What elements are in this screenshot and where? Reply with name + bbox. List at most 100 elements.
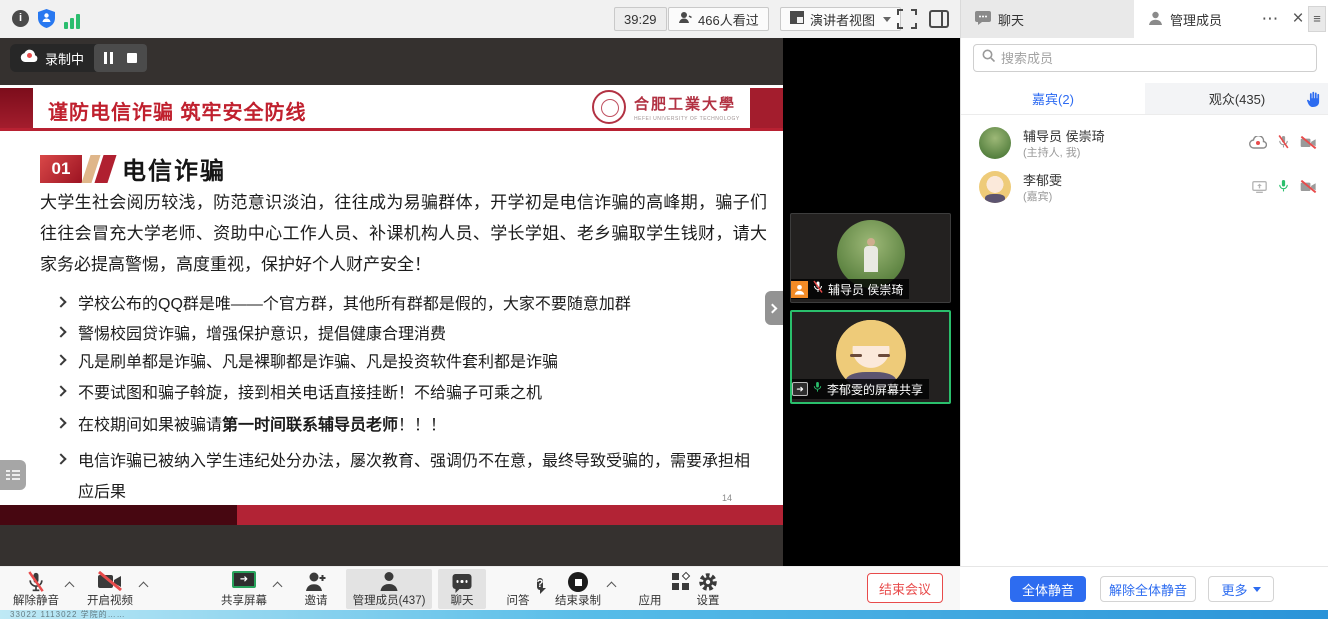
arrow-bullet-icon: [55, 453, 66, 464]
mute-all-button[interactable]: 全体静音: [1010, 576, 1086, 602]
recording-options-chevron[interactable]: [607, 582, 617, 592]
panel-close-button[interactable]: ×: [1286, 6, 1310, 32]
video-options-chevron[interactable]: [139, 582, 149, 592]
chat-button[interactable]: 聊天: [438, 567, 486, 611]
slide-bullet: 电信诈骗已被纳入学生违纪处分办法，屡次教育、强调仍不在意，最终导致受骗的，需要承…: [55, 446, 755, 508]
section-number-badge: 01: [40, 155, 82, 183]
university-logo: 合肥工業大學 HEFEI UNIVERSITY OF TECHNOLOGY: [592, 90, 740, 124]
member-search[interactable]: [973, 44, 1317, 72]
timer-value: 39:29: [624, 12, 657, 27]
panel-footer: 全体静音 解除全体静音 更多: [960, 566, 1328, 610]
cloud-recording-icon: [1249, 136, 1267, 154]
view-mode-label: 演讲者视图: [810, 10, 875, 29]
viewers-icon: [678, 11, 692, 27]
audience-tab-label: 观众(435): [1209, 89, 1265, 108]
video-tile-active-speaker[interactable]: ➜ 李郁雯的屏幕共享: [790, 310, 951, 404]
view-mode-dropdown[interactable]: 演讲者视图: [780, 7, 901, 31]
invite-button[interactable]: 邀请: [294, 567, 338, 611]
more-actions-button[interactable]: 更多: [1208, 576, 1274, 602]
member-row[interactable]: 李郁雯 (嘉宾): [961, 166, 1328, 210]
mic-muted-icon: [812, 280, 824, 299]
mic-muted-icon[interactable]: [1277, 134, 1290, 155]
camera-muted-icon[interactable]: [1300, 180, 1317, 198]
chat-tab-icon: [975, 11, 991, 28]
panel-more-button[interactable]: ⋯: [1258, 6, 1282, 32]
slide-footer-bar-dark: [0, 505, 237, 525]
member-name: 辅导员 侯崇琦: [1023, 126, 1105, 145]
slide-bullet: 学校公布的QQ群是唯——个官方群，其他所有群都是假的，大家不要随意加群: [55, 289, 767, 320]
camera-muted-icon[interactable]: [1300, 136, 1317, 154]
settings-button[interactable]: 设置: [686, 567, 730, 611]
search-input[interactable]: [1001, 51, 1281, 66]
tile-name-bar: 辅导员 侯崇琦: [791, 279, 909, 299]
mic-on-icon[interactable]: [1277, 178, 1290, 199]
start-video-button[interactable]: 开启视频: [82, 567, 138, 611]
security-shield-icon[interactable]: [38, 9, 55, 33]
tab-audience[interactable]: 观众(435): [1145, 83, 1328, 114]
video-tile-host[interactable]: 辅导员 侯崇琦: [790, 213, 951, 303]
collapse-video-strip-handle[interactable]: [765, 291, 783, 325]
member-row[interactable]: 辅导员 侯崇琦 (主持人, 我): [961, 122, 1328, 166]
top-bar: i 39:29 466人看过 演讲者视图: [0, 0, 1328, 38]
share-screen-button[interactable]: ➜ 共享屏幕: [216, 567, 272, 611]
meeting-info-icon[interactable]: i: [12, 10, 29, 27]
slide-paragraph: 大学生社会阅历较浅，防范意识淡泊，往往成为易骗群体，开学初是电信诈骗的高峰期，骗…: [40, 187, 767, 280]
mic-options-chevron[interactable]: [65, 582, 75, 592]
avatar: [979, 127, 1011, 159]
slide-page-number: 14: [722, 493, 732, 503]
background-window-text: 33022 1113022 学院的……: [10, 610, 126, 619]
unmute-button[interactable]: 解除静音: [8, 567, 64, 611]
stop-recording-icon: [568, 572, 588, 592]
arrow-bullet-icon: [55, 385, 66, 396]
chat-icon: [453, 574, 472, 589]
tab-chat[interactable]: 聊天: [960, 0, 1134, 38]
share-options-chevron[interactable]: [273, 582, 283, 592]
tab-guests[interactable]: 嘉宾(2): [961, 83, 1145, 114]
slide-bullet: 不要试图和骗子斡旋，接到相关电话直接挂断！不给骗子可乘之机: [55, 378, 767, 409]
qa-button[interactable]: ? 问答: [496, 567, 540, 611]
university-seal-icon: [592, 90, 626, 124]
slide-bullet: 凡是刷单都是诈骗、凡是裸聊都是诈骗、凡是投资软件套利都是诈骗: [55, 347, 767, 378]
sidebar-toggle-button[interactable]: [929, 9, 949, 34]
guests-tab-label: 嘉宾(2): [1032, 89, 1074, 108]
tile-participant-name: 李郁雯的屏幕共享: [827, 381, 923, 398]
members-panel: 嘉宾(2) 观众(435) 辅导员 侯崇琦 (主持人, 我): [960, 38, 1328, 566]
fullscreen-button[interactable]: [897, 9, 917, 34]
recording-status-label: 录制中: [45, 49, 84, 68]
member-role: (嘉宾): [1023, 188, 1052, 204]
unmute-all-button[interactable]: 解除全体静音: [1100, 576, 1196, 602]
manage-members-button[interactable]: 管理成员(437): [346, 567, 432, 611]
recording-controls: [94, 44, 147, 72]
raised-hand-icon[interactable]: [1306, 91, 1320, 110]
apps-button[interactable]: 应用: [628, 567, 672, 611]
screen-share-badge-icon: ➜: [792, 382, 808, 396]
stop-recording-button[interactable]: [127, 53, 137, 63]
chevron-down-icon: [1253, 587, 1261, 592]
tile-participant-name: 辅导员 侯崇琦: [828, 281, 903, 298]
viewers-count-button[interactable]: 466人看过: [668, 7, 769, 31]
chat-tab-label: 聊天: [998, 10, 1024, 29]
banner-right-block: [750, 88, 783, 128]
stop-recording-button[interactable]: 结束录制: [550, 567, 606, 611]
end-meeting-button[interactable]: 结束会议: [867, 573, 943, 603]
viewers-label: 466人看过: [698, 10, 759, 29]
more-label: 更多: [1221, 580, 1247, 599]
pause-recording-button[interactable]: [104, 52, 113, 64]
sharing-screen-icon: [1252, 180, 1267, 198]
arrow-bullet-icon: [55, 417, 66, 428]
mic-on-icon: [812, 380, 823, 399]
panel-menu-button[interactable]: ≡: [1308, 6, 1326, 32]
members-tab-label: 管理成员: [1170, 10, 1222, 29]
network-signal-icon: [64, 11, 82, 29]
slide-thumbnails-toggle[interactable]: [0, 460, 26, 490]
tile-name-bar: ➜ 李郁雯的屏幕共享: [792, 379, 929, 399]
banner-underline: [0, 128, 783, 131]
video-strip: 辅导员 侯崇琦 ➜ 李郁雯的屏幕共享: [783, 38, 960, 566]
chevron-right-icon: [768, 303, 778, 313]
slide-banner-title: 谨防电信诈骗 筑牢安全防线: [48, 96, 307, 125]
slide-bullet: 警惕校园贷诈骗，增强保护意识，提倡健康合理消费: [55, 319, 767, 350]
shared-slide: 谨防电信诈骗 筑牢安全防线 合肥工業大學 HEFEI UNIVERSITY OF…: [0, 85, 783, 525]
tabs-divider: [961, 114, 1328, 115]
avatar: [979, 171, 1011, 203]
slide-bullet: 在校期间如果被骗请第一时间联系辅导员老师！！！: [55, 410, 767, 441]
